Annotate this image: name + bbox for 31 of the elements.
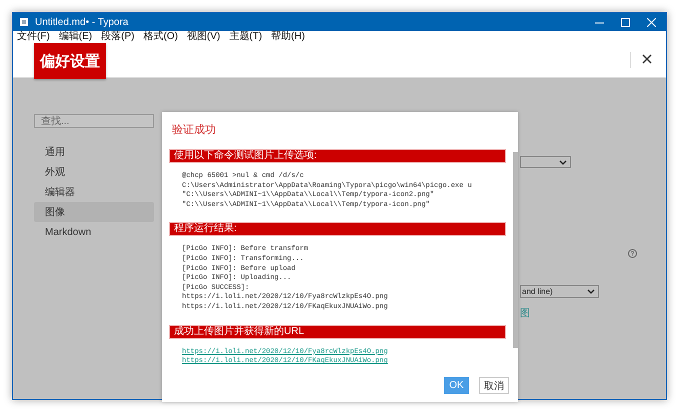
- maximize-icon[interactable]: [621, 18, 630, 26]
- cancel-button[interactable]: 取消: [479, 377, 509, 394]
- chevron-icon: [559, 158, 567, 166]
- sidebar-item[interactable]: Markdown: [34, 222, 154, 242]
- close-icon: [642, 54, 652, 64]
- section-heading: 程序运行结果:: [169, 222, 506, 236]
- search-field[interactable]: 查找...: [34, 114, 154, 128]
- sidebar-item[interactable]: 编辑器: [34, 182, 154, 202]
- menu-item[interactable]: 文件(F): [17, 31, 50, 43]
- app-icon: [19, 17, 29, 27]
- sidebar-item[interactable]: 外观: [34, 162, 154, 182]
- dropdown[interactable]: and line): [520, 285, 599, 298]
- sidebar-item[interactable]: 通用: [34, 142, 154, 162]
- sidebar-item[interactable]: 图像: [34, 202, 154, 222]
- preferences-title: 偏好设置: [34, 43, 106, 79]
- menu-item[interactable]: 编辑(E): [58, 31, 92, 43]
- dropdown-value: and line): [522, 287, 553, 296]
- dialog-title: 验证成功: [172, 123, 217, 137]
- section-heading: 使用以下命令测试图片上传选项:: [169, 149, 506, 163]
- help-icon: [628, 249, 637, 258]
- chevron-icon: [587, 288, 595, 295]
- scrollbar[interactable]: [513, 152, 518, 348]
- section-heading: 成功上传图片并获得新的URL: [169, 324, 506, 339]
- close-button[interactable]: [642, 54, 652, 64]
- menu-item[interactable]: 段落(P): [101, 31, 134, 43]
- window-title: Untitled.md• - Typora: [35, 16, 130, 28]
- menu-item[interactable]: 格式(O): [143, 31, 178, 43]
- close-icon[interactable]: [647, 18, 656, 26]
- menu-item[interactable]: 主题(T): [229, 31, 262, 43]
- menu-item[interactable]: 视图(V): [186, 31, 220, 43]
- menu-item[interactable]: 帮助(H): [271, 31, 305, 43]
